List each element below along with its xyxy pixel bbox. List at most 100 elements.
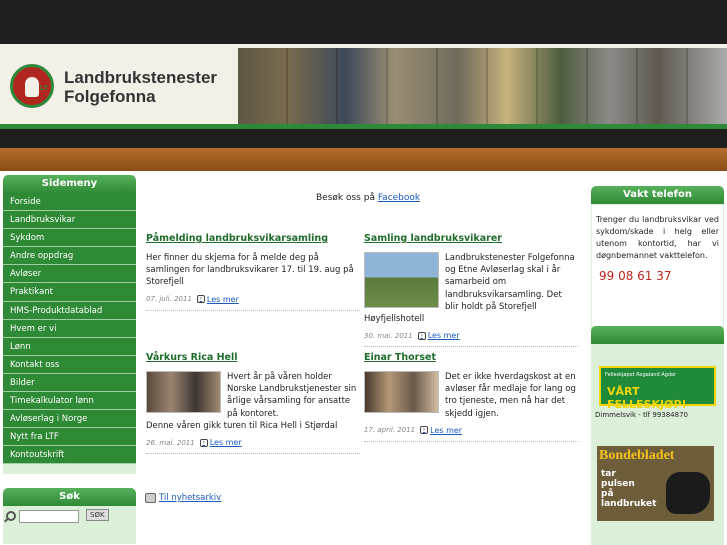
article-body-text: Det er ikke hverdagskost at en avløser f… — [445, 372, 576, 419]
felleskjopet-banner[interactable]: Felleskjøpet Rogaland Agder VÅRT FELLESK… — [599, 366, 716, 411]
article-thumbnail[interactable] — [364, 371, 439, 413]
search-input[interactable] — [19, 510, 79, 523]
sidebar-menu-item[interactable]: Hvem er vi — [3, 319, 136, 338]
site-title-line1: Landbrukstenester — [64, 68, 218, 87]
site-title[interactable]: Landbrukstenester Folgefonna — [64, 68, 217, 106]
sidebar-menu-item[interactable]: Bilder — [3, 373, 136, 393]
article-title[interactable]: Einar Thorset — [364, 352, 578, 363]
read-more-label: Les mer — [427, 331, 460, 341]
news-archive: Til nyhetsarkiv — [145, 493, 221, 503]
article-thumbnail[interactable] — [146, 371, 221, 413]
vakt-heading: Vakt telefon — [591, 186, 724, 204]
article-body-text-2: Denne våren gikk turen til Rica Hell i S… — [146, 420, 338, 431]
felleskjopet-caption: Dimmelsvik - tlf 99384870 — [595, 411, 688, 419]
search-icon — [6, 511, 16, 521]
sidebar-menu-item[interactable]: Avløserlag i Norge — [3, 410, 136, 429]
arrow-right-icon: › — [196, 295, 205, 304]
article-separator — [364, 440, 578, 442]
bondebladet-tagline-2: pulsen — [601, 479, 635, 489]
article-title[interactable]: Vårkurs Rica Hell — [146, 352, 360, 363]
article-meta: 17. april. 2011 › Les mer — [364, 426, 578, 435]
article-body-text: Hvert år på våren holder Norske Landbruk… — [227, 372, 357, 419]
cow-image — [666, 472, 710, 514]
felleskjopet-small-text: Felleskjøpet Rogaland Agder — [605, 372, 677, 378]
bondebladet-tagline-4: landbruket — [601, 499, 657, 509]
read-more-link[interactable]: › Les mer — [420, 426, 462, 435]
bondebladet-tagline: tar pulsen på landbruket — [601, 469, 656, 509]
sidebar-menu-item[interactable]: Kontakt oss — [3, 355, 136, 374]
news-article: Einar Thorset Det er ikke hverdagskost a… — [364, 352, 578, 442]
sidebar-menu: Sidemeny Forside Landbruksvikar Sykdom Andr… — [3, 175, 136, 475]
article-body: Det er ikke hverdagskost at en avløser f… — [364, 371, 578, 420]
top-bar — [0, 0, 727, 44]
archive-link[interactable]: Til nyhetsarkiv — [159, 493, 221, 503]
article-title[interactable]: Påmelding landbruksvikarsamling — [146, 233, 360, 244]
vakt-telefon-box: Vakt telefon Trenger du landbruksvikar v… — [591, 186, 724, 331]
site-title-line2: Folgefonna — [64, 87, 156, 106]
article-meta: 30. mai. 2011 › Les mer — [364, 331, 578, 340]
article-title[interactable]: Samling landbruksvikarer — [364, 233, 578, 244]
article-body: Hvert år på våren holder Norske Landbruk… — [146, 371, 360, 432]
read-more-link[interactable]: › Les mer — [199, 438, 242, 448]
sidebar-menu-list: Forside Landbruksvikar Sykdom Andre oppdrag… — [3, 193, 136, 465]
sidebar-menu-item[interactable]: Forside — [3, 193, 136, 212]
read-more-label: Les mer — [430, 425, 463, 435]
archive-icon — [145, 493, 156, 503]
article-date: 26. mai. 2011 — [146, 438, 195, 447]
bondebladet-tagline-3: på — [601, 489, 614, 499]
felleskjopet-slogan: VÅRT FELLESKJØP! — [607, 385, 687, 411]
arrow-right-icon: › — [420, 426, 429, 435]
article-body: Landbrukstenester Folgefonna og Etne Avl… — [364, 252, 578, 325]
facebook-line: Besøk oss på Facebook — [316, 193, 420, 203]
sidebar-menu-item[interactable]: Sykdom — [3, 229, 136, 248]
sidebar-menu-item[interactable]: Avløser — [3, 265, 136, 284]
sidebar-menu-item[interactable]: Andre oppdrag — [3, 247, 136, 266]
search-panel: SØK — [3, 506, 136, 544]
vakt-text: Trenger du landbruksvikar ved sykdom/ska… — [596, 215, 719, 260]
sidebar-menu-item[interactable]: Praktikant — [3, 283, 136, 302]
sidebar-menu-item[interactable]: Kontoutskrift — [3, 446, 136, 465]
read-more-link[interactable]: › Les mer — [196, 294, 239, 304]
ad-box: Felleskjøpet Rogaland Agder VÅRT FELLESK… — [591, 326, 724, 545]
logo-text: NLT — [34, 85, 49, 92]
bondebladet-title: Bondebladet — [599, 448, 675, 463]
vakt-phone[interactable]: 99 08 61 37 — [596, 270, 719, 282]
sidebar-heading: Sidemeny — [3, 175, 136, 193]
news-article: Påmelding landbruksvikarsamling Her finn… — [146, 233, 360, 311]
article-meta: 26. mai. 2011 › Les mer — [146, 438, 360, 447]
article-meta: 07. juli. 2011 › Les mer — [146, 295, 360, 304]
article-thumbnail[interactable] — [364, 252, 439, 308]
sidebar-menu-item[interactable]: HMS-Produktdatablad — [3, 301, 136, 320]
nlt-logo[interactable]: NLT — [10, 64, 54, 108]
ad-box-heading — [591, 326, 724, 344]
arrow-right-icon: › — [417, 331, 426, 340]
sidebar-menu-item[interactable]: Nytt fra LTF — [3, 428, 136, 447]
news-article: Samling landbruksvikarer Landbrukstenest… — [364, 233, 578, 348]
header-photo-dividers — [238, 48, 727, 124]
sidebar-menu-item[interactable]: Landbruksvikar — [3, 211, 136, 230]
read-more-link[interactable]: › Les mer — [417, 331, 460, 341]
article-separator — [146, 453, 360, 455]
search-box: Søk SØK — [3, 488, 136, 544]
article-date: 17. april. 2011 — [364, 426, 416, 435]
news-article: Vårkurs Rica Hell Hvert år på våren hold… — [146, 352, 360, 455]
sidebar-menu-item[interactable]: Timekalkulator lønn — [3, 392, 136, 411]
sidebar-menu-item[interactable]: Lønn — [3, 337, 136, 356]
facebook-prefix: Besøk oss på — [316, 193, 375, 203]
header-dark-band — [0, 129, 727, 148]
search-heading: Søk — [3, 488, 136, 506]
article-date: 07. juli. 2011 — [146, 295, 192, 304]
header-brown-bar — [0, 148, 727, 171]
bondebladet-tagline-1: tar — [601, 469, 616, 479]
article-date: 30. mai. 2011 — [364, 331, 413, 340]
article-body: Her finner du skjema for å melde deg på … — [146, 253, 354, 288]
read-more-label: Les mer — [206, 294, 239, 304]
arrow-right-icon: › — [199, 438, 208, 447]
search-button[interactable]: SØK — [86, 509, 109, 521]
facebook-link[interactable]: Facebook — [378, 193, 420, 203]
read-more-label: Les mer — [209, 438, 242, 448]
sidebar-menu-footer — [3, 464, 136, 475]
article-separator — [364, 346, 578, 348]
article-separator — [146, 309, 360, 311]
bondebladet-banner[interactable]: Bondebladet tar pulsen på landbruket — [597, 446, 714, 521]
